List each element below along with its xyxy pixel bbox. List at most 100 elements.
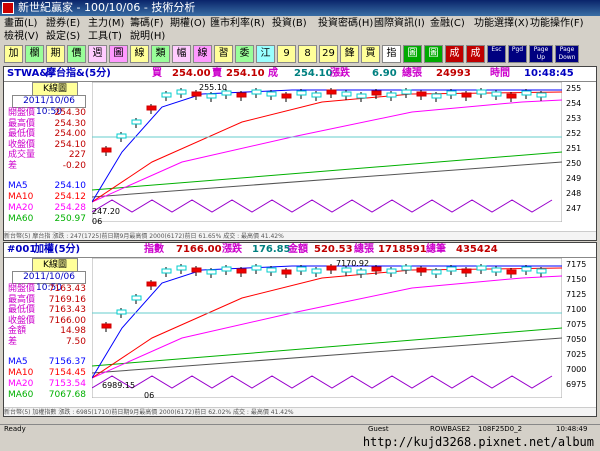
candle-body	[191, 91, 202, 97]
info-value: 7163.43	[48, 284, 86, 294]
toolbar-button[interactable]: 類	[151, 45, 170, 63]
info-key: 最高價	[8, 118, 36, 129]
toolbar-button[interactable]: 習	[214, 45, 233, 63]
toolbar-button[interactable]: 8	[298, 45, 317, 63]
menu-item[interactable]: 檢視(V)	[4, 30, 39, 43]
menu-item[interactable]: 功能操作(F)	[530, 17, 584, 30]
candle-body	[536, 92, 547, 98]
menu-item[interactable]: 證券(E)	[46, 17, 80, 30]
menu-item[interactable]: 主力(M)	[88, 17, 124, 30]
toolbar-button[interactable]: 線	[193, 45, 212, 63]
menu-item[interactable]: 國際資訊(I)	[374, 17, 425, 30]
symbol-name: 加權(5分)	[34, 244, 81, 255]
info-row: MA20 254.28	[6, 203, 86, 214]
menu-item[interactable]: 期權(O)	[170, 17, 206, 30]
menu-item[interactable]: 籌碼(F)	[130, 17, 164, 30]
amount-value: 520.53	[314, 244, 353, 255]
info-key: 成交量	[8, 150, 36, 160]
toolbar-button[interactable]: 指	[382, 45, 401, 63]
menu-item[interactable]: 設定(S)	[46, 30, 80, 43]
candle-body	[236, 92, 247, 98]
symbol-name: 摩台指&(5分)	[46, 68, 111, 79]
menu-item[interactable]: 投資(B)	[272, 17, 307, 30]
toolbar-button[interactable]: Page Up	[529, 45, 553, 63]
candle-body	[206, 93, 217, 99]
candle-body	[161, 268, 172, 274]
info-key: MA5	[8, 181, 28, 191]
toolbar-button[interactable]: 幅	[172, 45, 191, 63]
candlestick-chart[interactable]	[92, 258, 562, 398]
menu-item[interactable]: 金融(C)	[430, 17, 465, 30]
menu-item[interactable]: 說明(H)	[130, 30, 165, 43]
buy-value: 254.00	[172, 68, 211, 79]
panel-footer: 新台幣(5) 摩台指 漲跌 : 247(1725)前日期9月最高價 2000(6…	[4, 231, 596, 240]
menu-item[interactable]: 功能選擇(X)	[474, 17, 529, 30]
toolbar-button[interactable]: 成	[445, 45, 464, 63]
toolbar-button[interactable]: 29	[319, 45, 338, 63]
toolbar-button[interactable]: Page Down	[555, 45, 579, 63]
toolbar-button[interactable]: 江	[256, 45, 275, 63]
candle-body	[431, 93, 442, 99]
candlestick-chart[interactable]	[92, 82, 562, 222]
y-tick-label: 250	[566, 159, 582, 168]
candle-body	[401, 89, 412, 95]
panel-header: STWA& 摩台指&(5分) 買 254.00 賣 254.10 成 254.1…	[4, 67, 596, 82]
candle-body	[371, 90, 382, 96]
toolbar-button[interactable]: 線	[130, 45, 149, 63]
toolbar-button[interactable]: 買	[361, 45, 380, 63]
candle-body	[311, 92, 322, 98]
toolbar-button[interactable]: 圖	[403, 45, 422, 63]
candle-body	[446, 90, 457, 96]
info-row: 最低價 7163.43	[6, 305, 86, 316]
kline-label: K線圖	[32, 82, 78, 96]
change-label: 漲跌	[222, 244, 242, 255]
toolbar-button[interactable]: Esc	[487, 45, 506, 63]
toolbar-button[interactable]: 鋒	[340, 45, 359, 63]
toolbar-button[interactable]: 圖	[424, 45, 443, 63]
y-tick-label: 7075	[566, 320, 587, 329]
toolbar-button[interactable]: 加	[4, 45, 23, 63]
y-tick-label: 7050	[566, 335, 587, 344]
toolbar-button[interactable]: Pgd	[508, 45, 527, 63]
toolbar-button[interactable]: 欄	[25, 45, 44, 63]
info-value: 7156.37	[48, 357, 86, 367]
toolbar-button[interactable]: 價	[67, 45, 86, 63]
symbol: #001	[7, 244, 37, 255]
high-label: 7170.92	[336, 259, 370, 268]
info-key: 最低價	[8, 129, 36, 139]
candle-body	[461, 92, 472, 98]
menu-item[interactable]: 畫面(L)	[4, 17, 37, 30]
menu-item[interactable]: 匯市利率(R)	[210, 17, 265, 30]
candle-body	[311, 268, 322, 274]
toolbar-button[interactable]: 圖	[109, 45, 128, 63]
candle-body	[251, 89, 262, 95]
candle-body	[146, 281, 157, 287]
time-value: 10:48:45	[524, 68, 574, 79]
info-row: MA5 254.10	[6, 181, 86, 192]
info-row: 差 -0.20	[6, 161, 86, 172]
panel-header: #001 加權(5分) 指數 7166.00 漲跌 176.85 金額 520.…	[4, 243, 596, 258]
toolbar-button[interactable]: 委	[235, 45, 254, 63]
menu-item[interactable]: 工具(T)	[88, 30, 122, 43]
candle-body	[536, 268, 547, 274]
info-row: MA60 250.97	[6, 214, 86, 225]
info-row: 最低價 254.00	[6, 129, 86, 140]
info-key: MA60	[8, 214, 34, 224]
info-key: 開盤價	[8, 108, 36, 118]
toolbar-button[interactable]: 期	[46, 45, 65, 63]
volume-label: 總張	[402, 68, 422, 79]
y-tick-label: 7125	[566, 290, 587, 299]
info-value: -0.20	[62, 160, 86, 171]
candle-body	[296, 266, 307, 272]
toolbar-button[interactable]: 週	[88, 45, 107, 63]
toolbar-button[interactable]: 成	[466, 45, 485, 63]
code-label: 108F25D0_2	[478, 425, 523, 433]
info-value: 254.10	[54, 181, 87, 191]
candle-body	[356, 269, 367, 275]
menu-item[interactable]: 投資密碼(H)	[318, 17, 373, 30]
status-bar: Ready Guest ROWBASE2 108F25D0_2 10:48:49…	[0, 424, 600, 451]
total-value: 435424	[456, 244, 498, 255]
candle-body	[101, 323, 112, 329]
toolbar-button[interactable]: 9	[277, 45, 296, 63]
info-key: 最低價	[8, 305, 36, 315]
